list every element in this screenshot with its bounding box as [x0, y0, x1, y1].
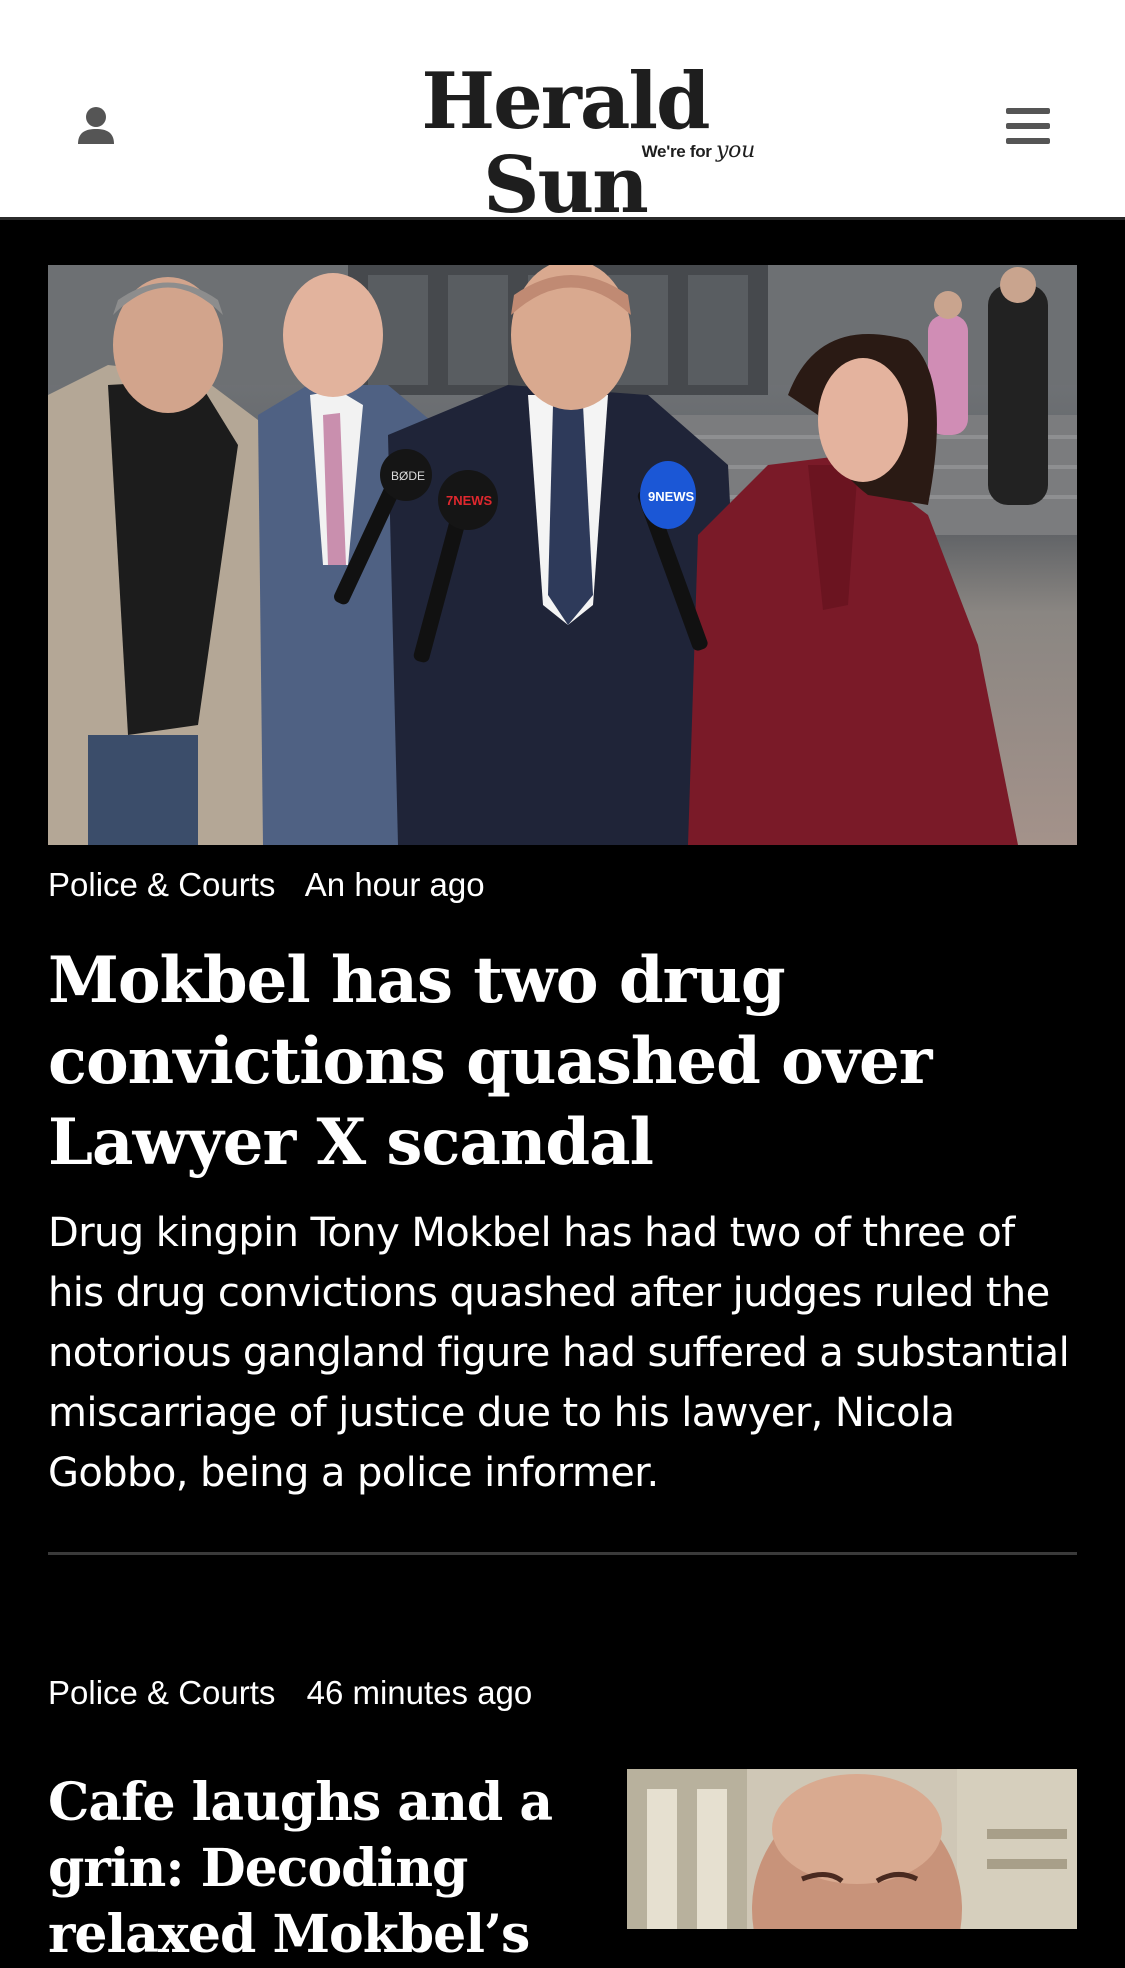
hero-meta: Police & Courts An hour ago — [48, 866, 485, 904]
hero-standfirst[interactable]: Drug kingpin Tony Mokbel has had two of … — [48, 1203, 1078, 1503]
hamburger-menu-icon — [1006, 108, 1050, 144]
second-article-meta: Police & Courts 46 minutes ago — [48, 1674, 532, 1712]
account-button[interactable] — [66, 96, 126, 156]
menu-button[interactable] — [996, 96, 1060, 156]
second-article-thumbnail[interactable] — [627, 1769, 1077, 1929]
hero-photo: BØDE 7NEWS 9NEWS — [48, 265, 1077, 845]
hero-article-image[interactable]: BØDE 7NEWS 9NEWS — [48, 265, 1077, 845]
mic-label-right: 9NEWS — [648, 489, 695, 504]
hero-category-link[interactable]: Police & Courts — [48, 866, 275, 903]
second-article-headline[interactable]: Cafe laughs and a grin: Decoding relaxed… — [48, 1770, 588, 1968]
logo-tagline: We're for you — [641, 138, 756, 163]
logo-tagline-prefix: We're for — [641, 142, 712, 161]
hero-headline[interactable]: Mokbel has two drug convictions quashed … — [48, 940, 1048, 1183]
second-article-photo — [627, 1769, 1077, 1929]
user-icon — [78, 107, 114, 144]
logo-tagline-script: you — [716, 138, 755, 163]
second-timestamp: 46 minutes ago — [306, 1674, 533, 1711]
mic-label-left: BØDE — [391, 469, 425, 483]
mic-label-middle: 7NEWS — [446, 493, 493, 508]
second-category-link[interactable]: Police & Courts — [48, 1674, 275, 1711]
herald-sun-logo[interactable]: Herald Sun We're for you — [355, 60, 775, 228]
article-divider — [48, 1552, 1077, 1555]
hero-timestamp: An hour ago — [304, 866, 485, 903]
site-header: Herald Sun We're for you — [0, 0, 1125, 228]
